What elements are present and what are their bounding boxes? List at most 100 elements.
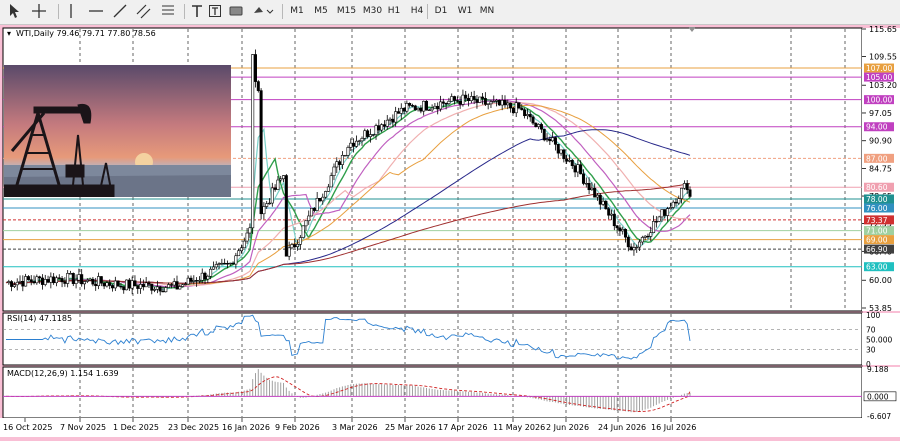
timeframe-button-h1[interactable]: H1: [385, 3, 403, 20]
candle-body: [60, 278, 64, 283]
candle-body: [354, 140, 358, 147]
candle-body: [91, 278, 95, 285]
candle-body: [88, 278, 92, 281]
candle-body: [450, 96, 454, 102]
price-tick-label: 90.90: [869, 137, 892, 146]
candle-body: [290, 244, 294, 249]
candle-body: [562, 149, 566, 160]
candle-body: [346, 147, 350, 156]
candle-body: [68, 273, 72, 275]
candle-body: [576, 164, 580, 173]
vertical-line-icon[interactable]: [64, 3, 78, 20]
candle-body: [26, 276, 30, 280]
candle-body: [396, 111, 400, 114]
candle-body: [643, 235, 647, 238]
crosshair-icon[interactable]: [30, 3, 48, 20]
candle-body: [363, 130, 367, 139]
level-price-label: 107.00: [866, 64, 892, 73]
candle-body: [433, 105, 437, 109]
candle-body: [447, 100, 451, 104]
timeframe-button-mn[interactable]: MN: [478, 3, 496, 20]
timeframe-button-w1[interactable]: W1: [456, 3, 474, 20]
candle-body: [542, 128, 546, 141]
chart-window[interactable]: 115.65109.55103.2097.0590.9084.7578.6572…: [0, 24, 900, 437]
candle-body: [133, 280, 137, 286]
candle-body: [380, 124, 384, 131]
candle-body: [388, 118, 392, 121]
candle-body: [298, 237, 302, 245]
candle-body: [374, 125, 378, 135]
candle-body: [186, 277, 190, 285]
timeframe-button-m15[interactable]: M15: [334, 3, 359, 20]
candle-body: [200, 272, 204, 281]
candle-body: [321, 196, 325, 202]
candle-body: [108, 282, 112, 286]
candle-body: [528, 114, 532, 118]
candle-body: [15, 281, 19, 286]
candle-body: [343, 154, 347, 157]
timeframe-button-d1[interactable]: D1: [432, 3, 450, 20]
candle-body: [503, 99, 507, 106]
candle-body: [225, 263, 229, 265]
candle-body: [239, 247, 243, 252]
candle-body: [553, 137, 557, 145]
candle-body: [301, 225, 305, 238]
candle-body: [220, 262, 224, 265]
price-tick-label: 60.00: [869, 276, 892, 285]
candle-body: [489, 101, 493, 105]
shapes-dropdown-icon[interactable]: [252, 3, 274, 20]
candle-body: [422, 100, 426, 112]
rectangle-label-icon[interactable]: [228, 3, 244, 20]
rsi-tick-label: 50.000: [866, 336, 892, 345]
equidistant-channel-icon[interactable]: [136, 3, 152, 20]
fibonacci-icon[interactable]: [160, 3, 176, 20]
candle-body: [402, 107, 406, 112]
candle-body: [595, 194, 599, 198]
level-price-label: 66.90: [866, 245, 888, 254]
candle-body: [284, 175, 288, 257]
candle-body: [604, 200, 608, 210]
candle-body: [556, 144, 560, 154]
timeframe-button-m5[interactable]: M5: [312, 3, 330, 20]
candle-body: [632, 247, 636, 251]
candle-body: [66, 273, 70, 284]
candle-body: [680, 187, 684, 199]
timeframe-button-m1[interactable]: M1: [288, 3, 306, 20]
candle-body: [534, 122, 538, 127]
horizontal-line-icon[interactable]: [88, 3, 104, 20]
level-price-label: 78.00: [866, 195, 888, 204]
candle-body: [419, 107, 423, 112]
toolbar-separator: [282, 4, 283, 19]
candle-body: [391, 118, 395, 123]
candle-body: [141, 284, 145, 288]
price-tick-label: 115.65: [869, 25, 897, 34]
text-label-icon[interactable]: [208, 3, 222, 20]
cursor-icon[interactable]: [6, 3, 22, 20]
candle-body: [164, 287, 168, 293]
candle-body: [35, 276, 39, 284]
date-tick-label: 25 Mar 2026: [385, 423, 436, 432]
candle-body: [394, 111, 398, 123]
candle-body: [509, 102, 513, 109]
price-tick-label: 97.05: [869, 109, 892, 118]
candle-body: [217, 263, 221, 265]
candle-body: [514, 102, 518, 114]
trendline-icon[interactable]: [112, 3, 128, 20]
candle-body: [537, 124, 541, 127]
date-tick-label: 1 Dec 2025: [113, 423, 159, 432]
candle-body: [635, 246, 639, 249]
toolbar-separator: [184, 4, 185, 19]
candle-body: [382, 124, 386, 127]
candle-body: [453, 96, 457, 101]
timeframe-button-m30[interactable]: M30: [360, 3, 385, 20]
timeframe-button-h4[interactable]: H4: [408, 3, 426, 20]
macd-label: MACD(12,26,9) 1.154 1.639: [7, 369, 119, 378]
date-tick-label: 2 Jun 2026: [546, 423, 589, 432]
text-icon[interactable]: [190, 3, 204, 20]
candle-body: [54, 277, 58, 284]
candle-body: [682, 183, 686, 189]
candle-body: [237, 250, 241, 257]
candle-body: [139, 284, 143, 289]
level-price-label: 76.00: [866, 204, 888, 213]
date-tick-label: 23 Dec 2025: [168, 423, 219, 432]
